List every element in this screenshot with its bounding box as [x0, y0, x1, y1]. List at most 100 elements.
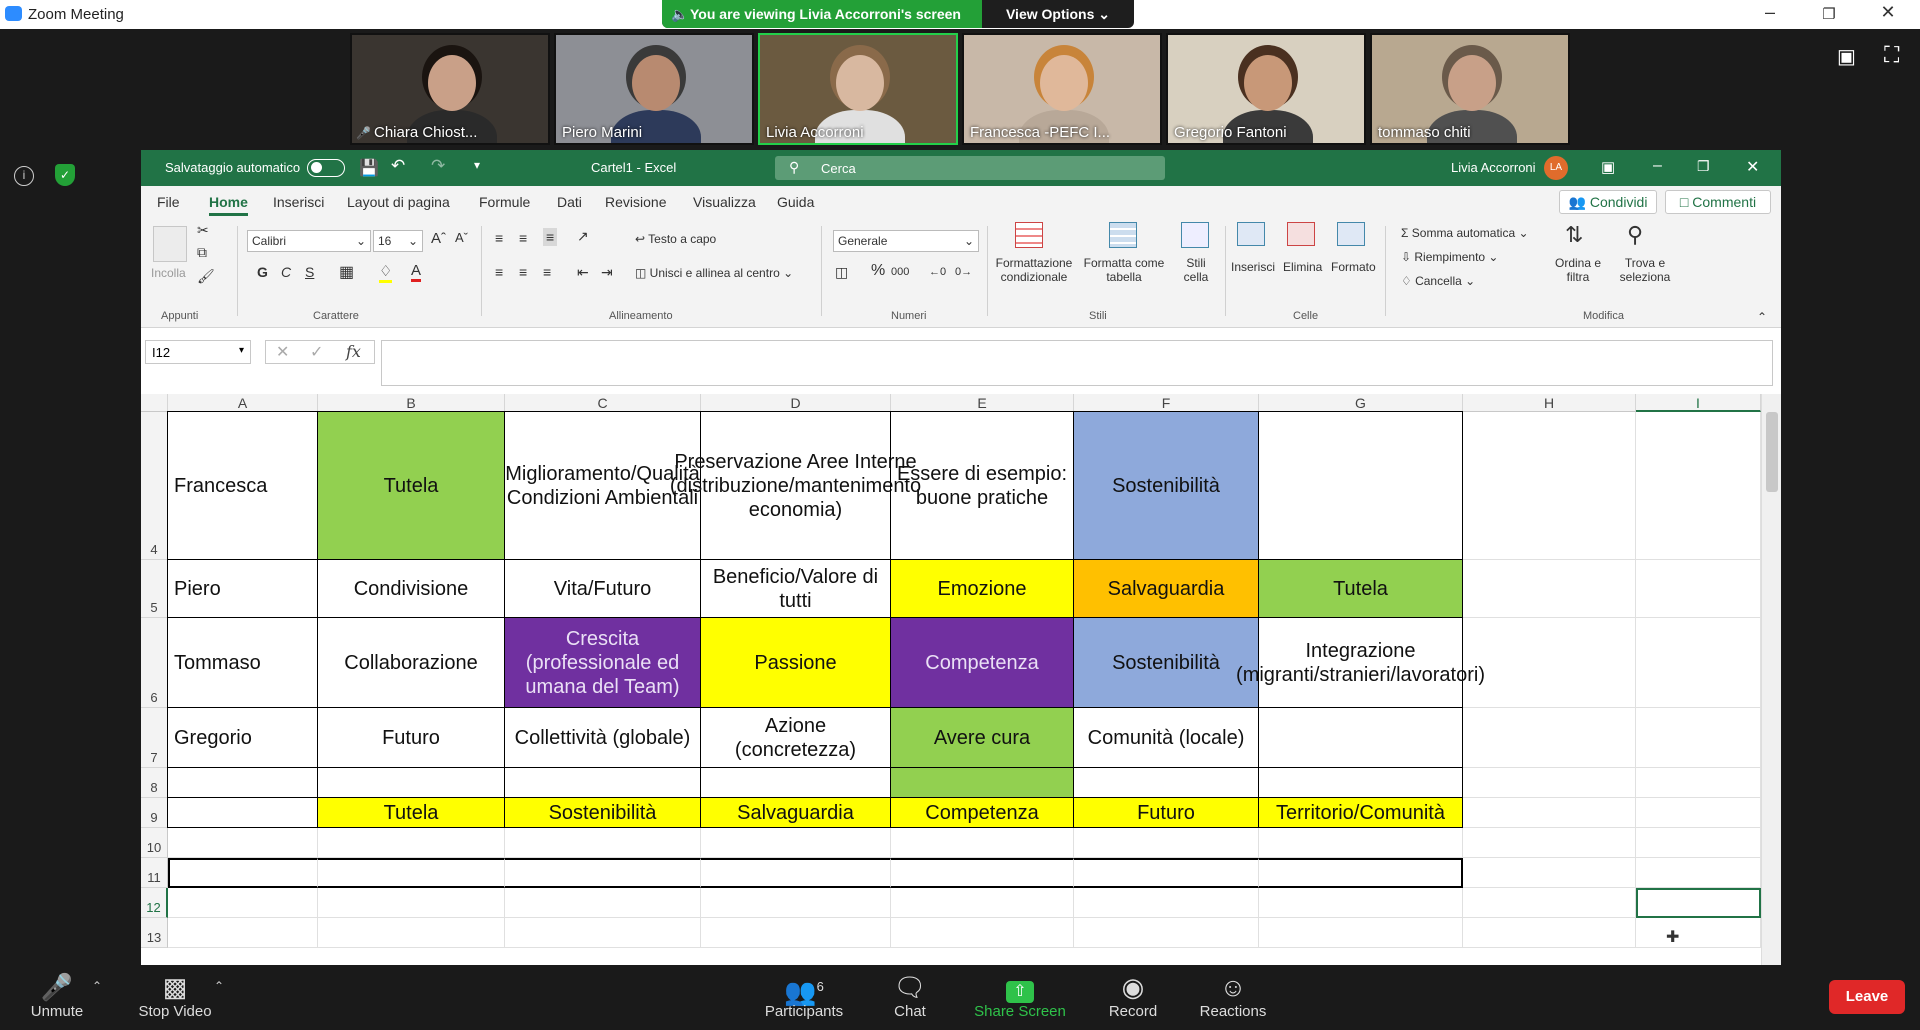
cell-G13[interactable]: [1259, 918, 1463, 948]
cell-C13[interactable]: [505, 918, 701, 948]
row-header[interactable]: 6: [141, 618, 168, 708]
cell-H9[interactable]: [1463, 798, 1636, 828]
sort-filter-label[interactable]: Ordina e filtra: [1551, 256, 1605, 284]
row-header[interactable]: 9: [141, 798, 168, 828]
search-box[interactable]: ⚲ Cerca: [775, 156, 1165, 180]
increase-font-icon[interactable]: Aˆ: [431, 230, 446, 247]
cell-H12[interactable]: [1463, 888, 1636, 918]
font-name-select[interactable]: Calibri ⌄: [247, 230, 371, 252]
select-all-corner[interactable]: [141, 394, 168, 412]
cell-styles-icon[interactable]: [1181, 222, 1209, 248]
cell-A10[interactable]: [168, 828, 318, 858]
cell-C8[interactable]: [504, 767, 701, 798]
cell-E6[interactable]: Competenza: [890, 617, 1074, 708]
cell-C9[interactable]: Sostenibilità: [504, 797, 701, 828]
find-select-label[interactable]: Trova e seleziona: [1613, 256, 1677, 284]
font-size-select[interactable]: 16 ⌄: [373, 230, 423, 252]
leave-button[interactable]: Leave: [1829, 980, 1905, 1014]
tab-guida[interactable]: Guida: [777, 194, 814, 210]
cell-A12[interactable]: [168, 888, 318, 918]
wrap-text-button[interactable]: ↩ Testo a capo: [635, 232, 716, 246]
stop-video-button[interactable]: ▩ Stop Video: [134, 971, 216, 1020]
participant-tile[interactable]: Livia Accorroni: [758, 33, 958, 145]
minimize-icon[interactable]: –: [1755, 2, 1785, 23]
find-select-icon[interactable]: ⚲: [1627, 222, 1643, 248]
number-format-select[interactable]: Generale ⌄: [833, 230, 979, 252]
cell-A7[interactable]: Gregorio: [167, 707, 318, 768]
name-box[interactable]: I12 ▾: [145, 340, 251, 364]
row-header[interactable]: 4: [141, 412, 168, 560]
tab-layout-di-pagina[interactable]: Layout di pagina: [347, 194, 450, 210]
cell-H11[interactable]: [1463, 858, 1636, 888]
decrease-decimal-icon[interactable]: 0→: [955, 266, 972, 278]
format-cells-icon[interactable]: [1337, 222, 1365, 246]
cell-C10[interactable]: [505, 828, 701, 858]
row-header[interactable]: 7: [141, 708, 168, 768]
cell-H6[interactable]: [1463, 618, 1636, 708]
column-header[interactable]: C: [505, 394, 701, 412]
underline-button[interactable]: S: [305, 264, 314, 280]
thousands-icon[interactable]: 000: [891, 266, 909, 278]
record-button[interactable]: ◉ Record: [1102, 971, 1164, 1020]
excel-restore-icon[interactable]: ❐: [1697, 158, 1710, 175]
cell-G4[interactable]: [1258, 411, 1463, 560]
cell-E9[interactable]: Competenza: [890, 797, 1074, 828]
cell-G9[interactable]: Territorio/Comunità: [1258, 797, 1463, 828]
cell-B6[interactable]: Collaborazione: [317, 617, 505, 708]
orientation-icon[interactable]: ↗: [577, 228, 589, 245]
tab-visualizza[interactable]: Visualizza: [693, 194, 756, 210]
cell-D11[interactable]: [701, 858, 891, 888]
cell-B10[interactable]: [318, 828, 505, 858]
column-header[interactable]: H: [1463, 394, 1636, 412]
view-options-button[interactable]: View Options ⌄: [982, 0, 1134, 28]
column-header[interactable]: I: [1636, 394, 1761, 412]
sort-filter-icon[interactable]: ⇅: [1565, 222, 1583, 248]
align-right-icon[interactable]: ≡: [543, 264, 551, 280]
borders-icon[interactable]: ▦: [339, 262, 354, 282]
delete-cells-icon[interactable]: [1287, 222, 1315, 246]
conditional-formatting-icon[interactable]: [1015, 222, 1043, 248]
format-painter-icon[interactable]: 🖌: [197, 268, 215, 285]
cell-C5[interactable]: Vita/Futuro: [504, 559, 701, 618]
row-header[interactable]: 11: [141, 858, 168, 888]
insert-cells-label[interactable]: Inserisci: [1231, 260, 1275, 274]
restore-icon[interactable]: ❐: [1814, 5, 1844, 23]
cell-B13[interactable]: [318, 918, 505, 948]
enter-icon[interactable]: ✓: [310, 342, 323, 362]
cell-E5[interactable]: Emozione: [890, 559, 1074, 618]
cell-F8[interactable]: [1073, 767, 1259, 798]
user-avatar[interactable]: LA: [1544, 156, 1568, 180]
participant-tile[interactable]: tommaso chiti: [1370, 33, 1570, 145]
share-screen-button[interactable]: ⇧ Share Screen: [972, 971, 1068, 1020]
column-header[interactable]: G: [1259, 394, 1463, 412]
cell-A11[interactable]: [168, 858, 318, 888]
participants-button[interactable]: 👥6 Participants: [760, 971, 848, 1020]
column-header[interactable]: A: [168, 394, 318, 412]
row-header[interactable]: 5: [141, 560, 168, 618]
vertical-scrollbar[interactable]: [1761, 394, 1781, 965]
cell-A13[interactable]: [168, 918, 318, 948]
italic-button[interactable]: C: [281, 264, 291, 280]
align-left-icon[interactable]: ≡: [495, 264, 503, 280]
cell-F12[interactable]: [1074, 888, 1259, 918]
tab-inserisci[interactable]: Inserisci: [273, 194, 324, 210]
cell-E4[interactable]: Essere di esempio: buone pratiche: [890, 411, 1074, 560]
cell-G10[interactable]: [1259, 828, 1463, 858]
cell-I7[interactable]: [1636, 708, 1761, 768]
cell-F10[interactable]: [1074, 828, 1259, 858]
cell-C7[interactable]: Collettività (globale): [504, 707, 701, 768]
chat-button[interactable]: 🗨 Chat: [882, 971, 938, 1020]
fullscreen-icon[interactable]: ⛶: [1884, 42, 1899, 68]
cell-D4[interactable]: Preservazione Aree Interne (distribuzion…: [670, 411, 921, 560]
cell-I4[interactable]: [1636, 412, 1761, 560]
cell-E12[interactable]: [891, 888, 1074, 918]
align-middle-icon[interactable]: ≡: [519, 230, 527, 246]
cell-F7[interactable]: Comunità (locale): [1073, 707, 1259, 768]
close-icon[interactable]: ✕: [1873, 2, 1903, 23]
cell-B4[interactable]: Tutela: [317, 411, 505, 560]
participant-tile[interactable]: Francesca -PEFC I...: [962, 33, 1162, 145]
cell-H8[interactable]: [1463, 768, 1636, 798]
ribbon-display-icon[interactable]: ▣: [1601, 158, 1615, 176]
cell-D12[interactable]: [701, 888, 891, 918]
reactions-button[interactable]: ☺ Reactions: [1196, 971, 1270, 1020]
